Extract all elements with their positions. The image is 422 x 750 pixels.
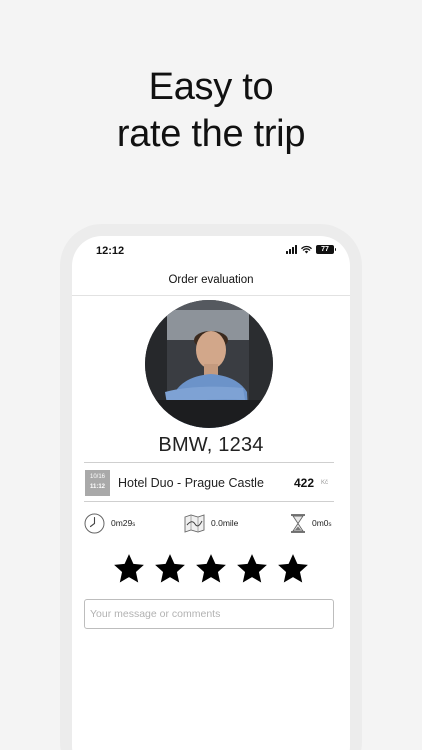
- duration-unit: s: [132, 522, 136, 528]
- star-rating: [112, 552, 310, 588]
- trip-price: 422: [293, 476, 314, 490]
- trip-time: 11:12: [89, 484, 105, 490]
- duration-value: 0m29: [111, 518, 133, 528]
- wait-value: 0m0: [312, 518, 329, 528]
- trip-stats: 0m29s 0.0mile 0m0s: [84, 509, 334, 537]
- phone-screen: 12:12 77 Order evaluation BMW, 1234 10/1…: [72, 236, 350, 750]
- star-icon[interactable]: [276, 552, 310, 586]
- wifi-icon: [301, 245, 312, 254]
- battery-icon: 77: [316, 245, 336, 254]
- trip-currency: Kč: [320, 480, 328, 486]
- wait-unit: s: [328, 522, 332, 528]
- hourglass-icon: [291, 513, 305, 533]
- map-icon: [184, 513, 205, 533]
- stat-duration: 0m29s: [84, 509, 135, 537]
- stat-wait: 0m0s: [290, 509, 332, 537]
- headline: Easy to rate the trip: [0, 64, 422, 158]
- page-title: Order evaluation: [72, 266, 350, 296]
- star-icon[interactable]: [153, 552, 187, 586]
- headline-line-2: rate the trip: [116, 113, 306, 155]
- star-icon[interactable]: [194, 552, 228, 586]
- trip-date: 10/16: [89, 474, 105, 480]
- status-time: 12:12: [96, 245, 125, 257]
- date-badge: 10/16 11:12: [85, 470, 110, 496]
- distance-value: 0.0mile: [211, 518, 239, 528]
- trip-route: Hotel Duo - Prague Castle: [118, 476, 264, 490]
- driver-avatar: [145, 300, 273, 428]
- headline-line-1: Easy to: [148, 66, 274, 108]
- car-name: BMW, 1234: [158, 434, 264, 456]
- stat-distance: 0.0mile: [184, 509, 238, 537]
- status-icons: 77: [286, 245, 336, 254]
- cellular-signal-icon: [286, 245, 297, 254]
- comment-input[interactable]: [84, 599, 334, 629]
- status-bar: 12:12 77: [72, 236, 350, 266]
- star-icon[interactable]: [112, 552, 146, 586]
- trip-summary-row: 10/16 11:12 Hotel Duo - Prague Castle 42…: [84, 462, 334, 502]
- clock-icon: [84, 513, 105, 533]
- star-icon[interactable]: [235, 552, 269, 586]
